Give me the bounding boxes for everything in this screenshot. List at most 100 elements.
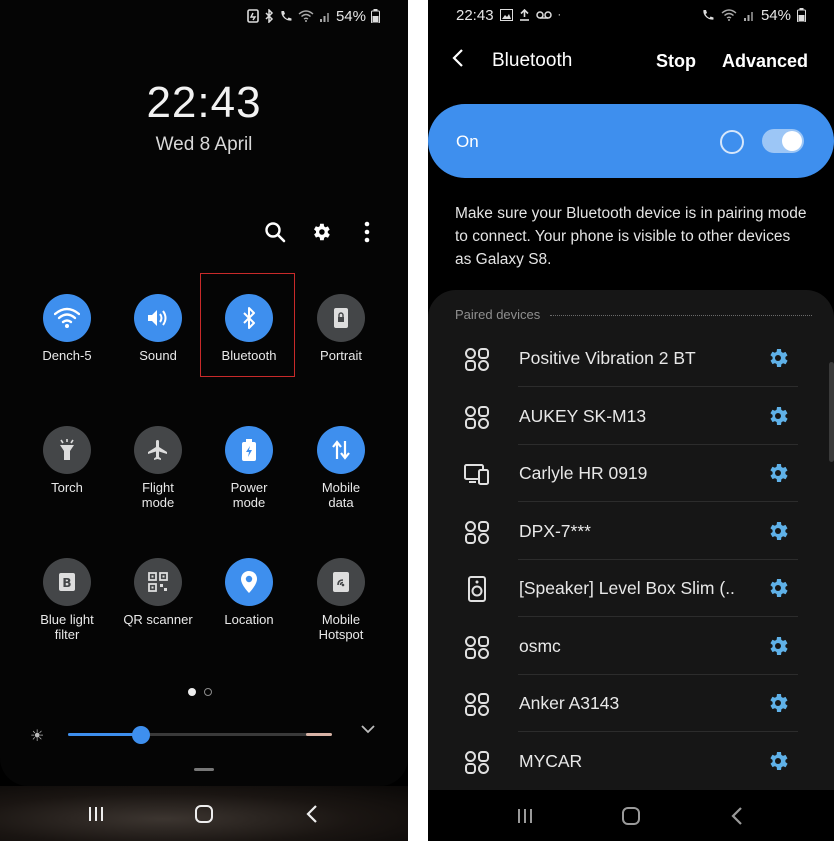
device-name: Carlyle HR 0919 (519, 463, 648, 483)
status-left: 22:43 · (456, 7, 561, 24)
headphones-device-icon (464, 346, 490, 372)
airplane-icon (148, 440, 167, 460)
brightness-slider[interactable] (68, 726, 332, 744)
status-right: 54% (701, 7, 806, 24)
chevron-down-icon[interactable] (360, 724, 376, 734)
more-options-button[interactable] (354, 218, 380, 246)
signal-icon (319, 13, 329, 22)
tile-flight-circle (134, 426, 182, 474)
watch-device-icon (464, 461, 490, 487)
device-name: AUKEY SK-M13 (519, 405, 647, 426)
back-icon (306, 804, 317, 823)
panel-drag-handle[interactable] (194, 768, 214, 771)
page-dot[interactable] (204, 688, 212, 696)
tile-blue-light-filter[interactable]: B Blue light filter (22, 558, 112, 642)
paired-devices-title: Paired devices (455, 307, 541, 322)
volume-icon (148, 310, 167, 326)
home-button[interactable] (182, 794, 226, 834)
device-row[interactable]: osmc (428, 618, 834, 675)
back-button[interactable] (715, 796, 759, 836)
status-bar: 54% (247, 6, 380, 26)
quick-settings-screen: 54% 22:43 Wed 8 April Dench-5 Sound Blue… (0, 0, 408, 841)
gallery-icon (499, 9, 513, 21)
device-row[interactable]: [Speaker] Level Box Slim (.. (428, 560, 834, 617)
back-button[interactable] (452, 48, 482, 74)
device-row[interactable]: MYCAR (428, 733, 834, 790)
device-row[interactable]: DPX-7*** (428, 503, 834, 560)
wifi-calling-icon (281, 11, 292, 21)
tile-portrait-circle (317, 294, 365, 342)
tile-qr-scanner[interactable]: QR scanner (113, 558, 203, 627)
hotspot-icon (333, 572, 349, 592)
device-name: Positive Vibration 2 BT (519, 348, 696, 368)
tile-torch-circle (43, 426, 91, 474)
tile-wifi[interactable]: Dench-5 (22, 294, 112, 363)
tile-power-mode[interactable]: Power mode (204, 426, 294, 510)
recent-apps-button[interactable] (74, 794, 118, 834)
data-arrows-icon (332, 440, 350, 460)
bluetooth-toggle[interactable] (762, 129, 804, 153)
scanning-indicator-icon (720, 130, 744, 154)
blue-light-icon: B (59, 573, 75, 591)
battery-icon (371, 9, 380, 23)
device-settings-gear-icon[interactable] (766, 634, 790, 658)
advanced-button[interactable]: Advanced (722, 51, 808, 72)
tile-label: Dench-5 (42, 348, 92, 363)
page-indicator (188, 688, 212, 696)
search-button[interactable] (262, 218, 288, 246)
status-time: 22:43 (456, 6, 494, 24)
tile-mobile-hotspot[interactable]: Mobile Hotspot (296, 558, 386, 642)
switch-label: On (456, 132, 479, 151)
stop-button[interactable]: Stop (656, 51, 696, 72)
tile-blue-light-circle: B (43, 558, 91, 606)
device-settings-gear-icon[interactable] (766, 461, 790, 485)
device-settings-gear-icon[interactable] (766, 519, 790, 543)
device-settings-gear-icon[interactable] (766, 576, 790, 600)
tile-mobile-data[interactable]: Mobile data (296, 426, 386, 510)
back-button[interactable] (290, 794, 334, 834)
brightness-sun-icon: ☀ (30, 728, 45, 745)
recent-apps-button[interactable] (503, 796, 547, 836)
app-bar: Bluetooth Stop Advanced (452, 44, 808, 78)
device-name: DPX-7*** (519, 520, 591, 541)
brightness-control: ☀ (28, 722, 380, 748)
tile-label-line: Hotspot (318, 627, 364, 642)
home-button[interactable] (609, 796, 653, 836)
device-row[interactable]: Anker A3143 (428, 675, 834, 732)
tile-label-line: Mobile (321, 480, 361, 495)
tile-portrait[interactable]: Portrait (296, 294, 386, 363)
device-settings-gear-icon[interactable] (766, 691, 790, 715)
tile-label: Torch (51, 480, 83, 495)
bluetooth-master-switch[interactable]: On (428, 104, 834, 178)
svg-text:B: B (62, 576, 71, 590)
tile-label: Location (224, 612, 274, 627)
device-name: MYCAR (519, 750, 583, 771)
device-row[interactable]: Carlyle HR 0919 (428, 445, 834, 502)
page-title: Bluetooth (492, 50, 573, 71)
device-settings-gear-icon[interactable] (766, 749, 790, 773)
brightness-thumb[interactable] (132, 726, 151, 744)
header-divider (550, 315, 812, 316)
device-row[interactable]: Positive Vibration 2 BT (428, 330, 834, 387)
battery-percent: 54% (335, 7, 366, 25)
speaker-device-icon (464, 576, 490, 602)
tile-qr-circle (134, 558, 182, 606)
tile-label: Mobile data (296, 480, 386, 510)
settings-button[interactable] (308, 218, 334, 246)
tile-torch[interactable]: Torch (22, 426, 112, 495)
tile-label: Portrait (320, 348, 362, 363)
wifi-calling-icon (703, 10, 714, 20)
headphones-device-icon (464, 404, 490, 430)
tile-location[interactable]: Location (204, 558, 294, 627)
tile-sound[interactable]: Sound (113, 294, 203, 363)
wifi-icon (721, 9, 737, 21)
device-settings-gear-icon[interactable] (766, 346, 790, 370)
status-dot: · (557, 9, 562, 21)
device-row[interactable]: AUKEY SK-M13 (428, 388, 834, 445)
device-settings-gear-icon[interactable] (766, 404, 790, 428)
bluetooth-settings-screen: 22:43 · 54% Bluetooth Stop Advanced On M… (428, 0, 834, 841)
page-dot-active[interactable] (188, 688, 196, 696)
tile-flight-mode[interactable]: Flight mode (113, 426, 203, 510)
tile-location-circle (225, 558, 273, 606)
scrollbar[interactable] (829, 362, 834, 462)
